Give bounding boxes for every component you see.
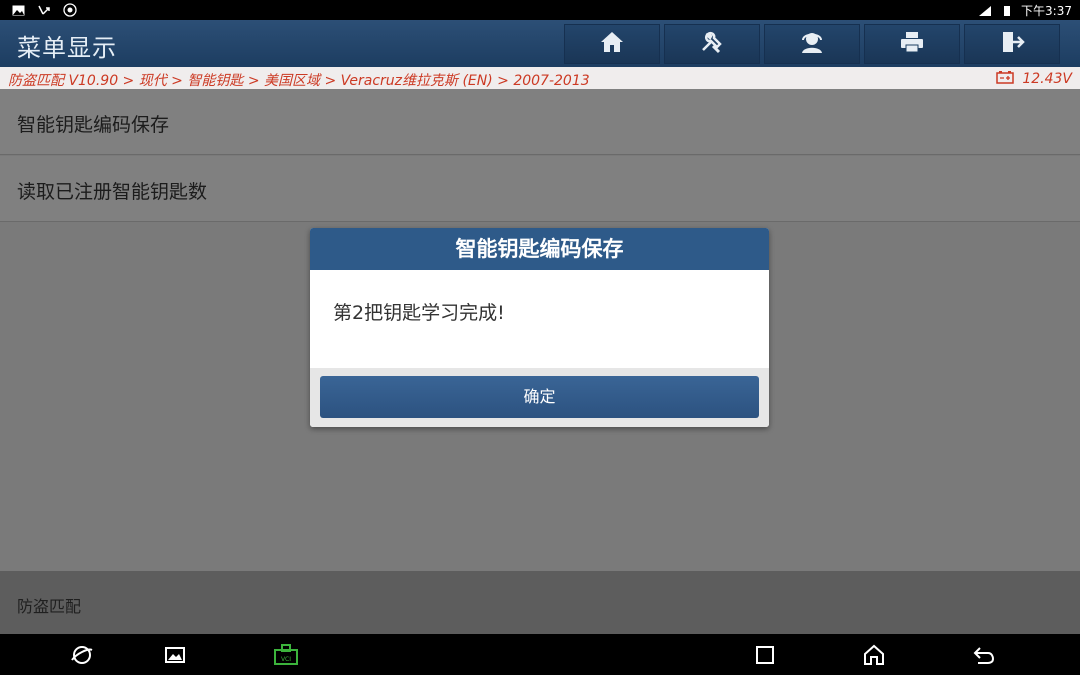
home-icon — [599, 30, 625, 58]
exit-button[interactable] — [964, 24, 1060, 64]
toolbar — [564, 24, 1060, 64]
info-dialog: 智能钥匙编码保存 第2把钥匙学习完成! 确定 — [310, 228, 769, 427]
print-button[interactable] — [864, 24, 960, 64]
gallery-icon[interactable] — [163, 643, 187, 667]
footer-label: 防盗匹配 — [17, 597, 82, 616]
voltage-indicator: 12.43V — [996, 70, 1072, 88]
breadcrumb-path: 防盗匹配 V10.90 > 现代 > 智能钥匙 > 美国区域 > Veracru… — [8, 73, 590, 89]
exit-icon — [999, 30, 1025, 58]
home-button[interactable] — [564, 24, 660, 64]
battery-voltage-icon — [996, 70, 1015, 88]
status-bar: 下午3:37 — [0, 0, 1080, 20]
dialog-message: 第2把钥匙学习完成! — [333, 302, 505, 324]
support-icon — [798, 30, 826, 58]
back-icon[interactable] — [972, 643, 996, 667]
page-title: 菜单显示 — [17, 34, 117, 62]
image-icon — [10, 2, 26, 18]
breadcrumb: 防盗匹配 V10.90 > 现代 > 智能钥匙 > 美国区域 > Veracru… — [0, 67, 1080, 89]
home-nav-icon[interactable] — [862, 643, 886, 667]
system-nav-bar: VCI — [0, 634, 1080, 675]
menu-item-label: 读取已注册智能钥匙数 — [17, 181, 208, 203]
menu-item-read-key-count[interactable]: 读取已注册智能钥匙数 — [0, 156, 1080, 222]
browser-icon[interactable] — [70, 643, 94, 667]
menu-item-label: 智能钥匙编码保存 — [17, 114, 170, 136]
signal-icon — [977, 3, 993, 19]
clock: 下午3:37 — [1021, 4, 1072, 18]
svg-text:VCI: VCI — [281, 656, 291, 663]
ok-button[interactable]: 确定 — [320, 376, 759, 418]
app-header: 菜单显示 — [0, 20, 1080, 67]
tools-icon — [699, 30, 725, 58]
tools-button[interactable] — [664, 24, 760, 64]
menu-item-save-key-code[interactable]: 智能钥匙编码保存 — [0, 89, 1080, 155]
battery-icon — [999, 3, 1015, 19]
voltage-value: 12.43V — [1022, 71, 1072, 87]
recents-icon[interactable] — [753, 643, 777, 667]
footer-bar: 防盗匹配 — [0, 571, 1080, 634]
support-button[interactable] — [764, 24, 860, 64]
dialog-title: 智能钥匙编码保存 — [310, 228, 769, 270]
dialog-footer: 确定 — [310, 368, 769, 427]
printer-icon — [899, 30, 925, 58]
bug-icon — [62, 2, 78, 18]
usb-icon — [36, 2, 52, 18]
vci-icon[interactable]: VCI — [272, 643, 300, 667]
